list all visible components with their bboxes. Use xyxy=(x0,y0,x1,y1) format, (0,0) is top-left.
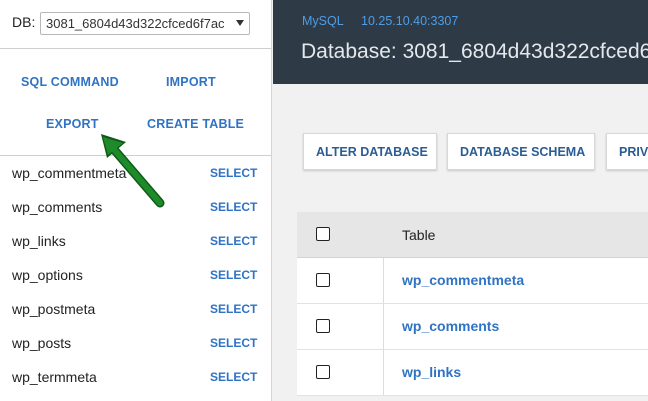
annotation-arrow-icon xyxy=(101,134,165,208)
chevron-down-icon xyxy=(236,20,244,26)
table-name[interactable]: wp_options xyxy=(12,267,83,283)
table-row: wp_commentmeta xyxy=(297,258,648,304)
page-title: Database: 3081_6804d43d322cfced6f7ac xyxy=(301,40,648,63)
select-link[interactable]: SELECT xyxy=(210,336,257,350)
select-link[interactable]: SELECT xyxy=(210,370,257,384)
table-link[interactable]: wp_comments xyxy=(402,318,499,334)
table-name[interactable]: wp_comments xyxy=(12,199,102,215)
select-link[interactable]: SELECT xyxy=(210,200,257,214)
select-link[interactable]: SELECT xyxy=(210,268,257,282)
table-name[interactable]: wp_posts xyxy=(12,335,71,351)
list-item: wp_posts SELECT xyxy=(0,326,271,360)
table-row: wp_comments xyxy=(297,304,648,350)
privileges-button[interactable]: PRIVILEGES xyxy=(606,133,648,170)
row-checkbox[interactable] xyxy=(316,273,330,287)
select-link[interactable]: SELECT xyxy=(210,234,257,248)
list-item: wp_options SELECT xyxy=(0,258,271,292)
table-header-row: Table xyxy=(297,212,648,258)
db-label: DB: xyxy=(12,14,36,30)
column-divider xyxy=(383,258,384,303)
import-link[interactable]: IMPORT xyxy=(166,75,216,89)
table-row: wp_links xyxy=(297,350,648,396)
row-checkbox[interactable] xyxy=(316,319,330,333)
export-link[interactable]: EXPORT xyxy=(46,117,99,131)
column-divider xyxy=(383,304,384,349)
db-select-value: 3081_6804d43d322cfced6f7ac xyxy=(46,16,225,31)
column-divider xyxy=(383,350,384,395)
tables-grid: Table wp_commentmeta wp_comments wp_link… xyxy=(297,212,648,396)
table-name[interactable]: wp_termmeta xyxy=(12,369,97,385)
db-select[interactable]: 3081_6804d43d322cfced6f7ac xyxy=(40,12,250,35)
list-item: wp_links SELECT xyxy=(0,224,271,258)
page-header: MySQL 10.25.10.40:3307 Database: 3081_68… xyxy=(273,0,648,84)
server-breadcrumb[interactable]: 10.25.10.40:3307 xyxy=(361,14,458,28)
table-link[interactable]: wp_commentmeta xyxy=(402,272,524,288)
column-header-table[interactable]: Table xyxy=(402,227,435,243)
row-checkbox[interactable] xyxy=(316,365,330,379)
table-link[interactable]: wp_links xyxy=(402,364,461,380)
select-link[interactable]: SELECT xyxy=(210,302,257,316)
alter-database-button[interactable]: ALTER DATABASE xyxy=(303,133,437,170)
list-item: wp_postmeta SELECT xyxy=(0,292,271,326)
select-link[interactable]: SELECT xyxy=(210,166,257,180)
table-name[interactable]: wp_postmeta xyxy=(12,301,95,317)
list-item: wp_termmeta SELECT xyxy=(0,360,271,394)
database-schema-button[interactable]: DATABASE SCHEMA xyxy=(447,133,595,170)
driver-breadcrumb[interactable]: MySQL xyxy=(302,14,344,28)
table-name[interactable]: wp_links xyxy=(12,233,66,249)
sql-command-link[interactable]: SQL COMMAND xyxy=(21,75,119,89)
select-all-checkbox[interactable] xyxy=(316,227,330,241)
db-selector-row: DB: 3081_6804d43d322cfced6f7ac xyxy=(0,0,271,49)
